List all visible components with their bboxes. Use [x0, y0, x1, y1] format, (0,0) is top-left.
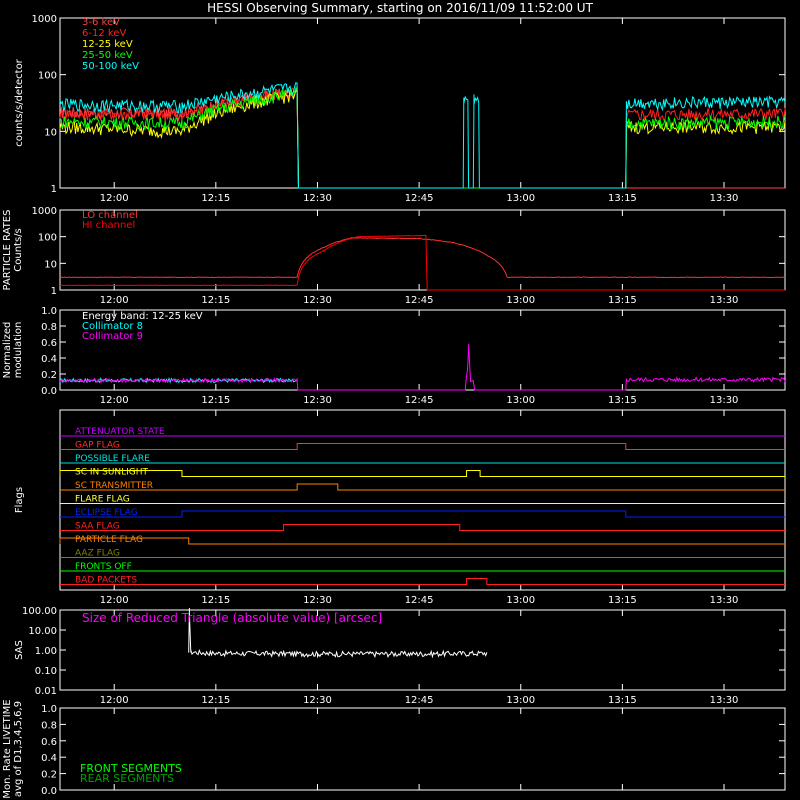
y-tick-label: 10 [44, 127, 57, 138]
x-tick-label: 12:00 [100, 395, 129, 406]
x-tick-label: 12:15 [201, 395, 230, 406]
x-tick-label: 12:00 [100, 295, 129, 306]
flag-line [59, 470, 785, 477]
x-tick-label: 12:45 [405, 595, 434, 606]
y-tick-label: 1.0 [41, 306, 57, 317]
legend-count-0: 3-6 keV [82, 17, 120, 28]
x-tick-label: 13:00 [506, 395, 535, 406]
x-tick-label: 13:30 [710, 695, 739, 706]
x-tick-label: 13:15 [608, 595, 637, 606]
y-axis-label: avg of D1,3,4,5,6,9 [13, 701, 24, 797]
x-tick-label: 13:30 [710, 295, 739, 306]
y-tick-label: 0.6 [41, 737, 57, 748]
series-line-lo-channel [59, 236, 786, 279]
x-tick-label: 12:00 [100, 695, 129, 706]
x-tick-label: 12:30 [303, 395, 332, 406]
x-tick-label: 13:30 [710, 595, 739, 606]
y-tick-label: 0.6 [41, 338, 57, 349]
x-tick-label: 12:45 [405, 395, 434, 406]
panel-frame [59, 409, 786, 591]
x-tick-label: 12:30 [303, 295, 332, 306]
y-tick-label: 0.2 [41, 370, 57, 381]
y-tick-label: 100 [38, 233, 57, 244]
x-tick-label: 12:15 [201, 595, 230, 606]
y-tick-label: 1000 [32, 206, 57, 217]
y-tick-label: 1.00 [35, 646, 57, 657]
x-tick-label: 13:15 [608, 193, 637, 204]
livetime-legend-rear: REAR SEGMENTS [80, 772, 174, 785]
y-tick-label: 0.4 [41, 753, 57, 764]
y-tick-label: 0.01 [35, 686, 57, 697]
x-tick-label: 12:15 [201, 695, 230, 706]
x-tick-label: 13:00 [506, 595, 535, 606]
x-tick-label: 13:15 [608, 695, 637, 706]
y-tick-label: 0.2 [41, 770, 57, 781]
series-line-50-100-kev [59, 82, 786, 189]
x-tick-label: 13:00 [506, 295, 535, 306]
legend-count-1: 6-12 keV [82, 28, 126, 39]
flag-line [60, 443, 785, 450]
x-tick-label: 13:30 [710, 395, 739, 406]
y-tick-label: 0.10 [35, 666, 57, 677]
legend-particle-1: HI channel [82, 220, 135, 231]
legend-count-2: 12-25 keV [82, 39, 133, 50]
y-tick-label: 1 [51, 184, 57, 195]
y-axis-label: counts/s/detector [14, 58, 25, 146]
x-tick-label: 13:00 [506, 193, 535, 204]
y-tick-label: 0.8 [41, 720, 57, 731]
legend-mod-2: Collimator 9 [82, 331, 143, 342]
y-tick-label: 0.8 [41, 322, 57, 333]
sas-annotation: Size of Reduced Triangle (absolute value… [82, 611, 382, 625]
series-line-6-12-kev [59, 86, 786, 189]
legend-count-4: 50-100 keV [82, 61, 139, 72]
chart-title: HESSI Observing Summary, starting on 201… [207, 1, 593, 15]
flag-line [60, 578, 785, 585]
x-tick-label: 13:30 [710, 193, 739, 204]
y-axis-label: PARTICLE RATES [2, 210, 13, 291]
flag-line [60, 483, 785, 491]
x-tick-label: 13:15 [608, 295, 637, 306]
flag-label: PARTICLE FLAG [75, 535, 143, 545]
y-axis-label: Flags [14, 487, 25, 513]
y-tick-label: 1.0 [41, 704, 57, 715]
y-axis-label: Normalized [2, 322, 13, 379]
series-line-collimator-9 [59, 344, 786, 391]
x-tick-label: 12:30 [303, 595, 332, 606]
y-tick-label: 0.4 [41, 354, 57, 365]
flag-line [60, 510, 785, 518]
x-tick-label: 13:00 [506, 695, 535, 706]
x-tick-label: 12:15 [201, 193, 230, 204]
y-tick-label: 100 [38, 71, 57, 82]
y-tick-label: 1 [51, 286, 57, 297]
flag-label: SC IN SUNLIGHT [75, 468, 149, 478]
y-tick-label: 1000 [32, 14, 57, 25]
x-tick-label: 12:00 [100, 595, 129, 606]
y-tick-label: 10.00 [28, 626, 57, 637]
legend-count-3: 25-50 keV [82, 50, 133, 61]
x-tick-label: 12:30 [303, 193, 332, 204]
y-axis-label: Mon. Rate LIVETIME [2, 699, 13, 798]
y-tick-label: 100.00 [22, 606, 57, 617]
x-tick-label: 12:00 [100, 193, 129, 204]
y-axis-label: modulation [13, 322, 24, 379]
y-axis-label: SAS [14, 640, 25, 660]
x-tick-label: 12:45 [405, 695, 434, 706]
y-tick-label: 0.0 [41, 786, 57, 797]
flag-line [60, 524, 785, 531]
y-tick-label: 0.0 [41, 386, 57, 397]
x-tick-label: 12:15 [201, 295, 230, 306]
series-line-hi-channel [59, 234, 785, 291]
x-tick-label: 12:45 [405, 193, 434, 204]
y-axis-label: Counts/s [13, 228, 24, 272]
hessi-summary-chart: HESSI Observing Summary, starting on 201… [2, 1, 786, 799]
x-tick-label: 13:15 [608, 395, 637, 406]
y-tick-label: 10 [44, 259, 57, 270]
x-tick-label: 12:30 [303, 695, 332, 706]
flag-line [59, 537, 785, 545]
x-tick-label: 12:45 [405, 295, 434, 306]
